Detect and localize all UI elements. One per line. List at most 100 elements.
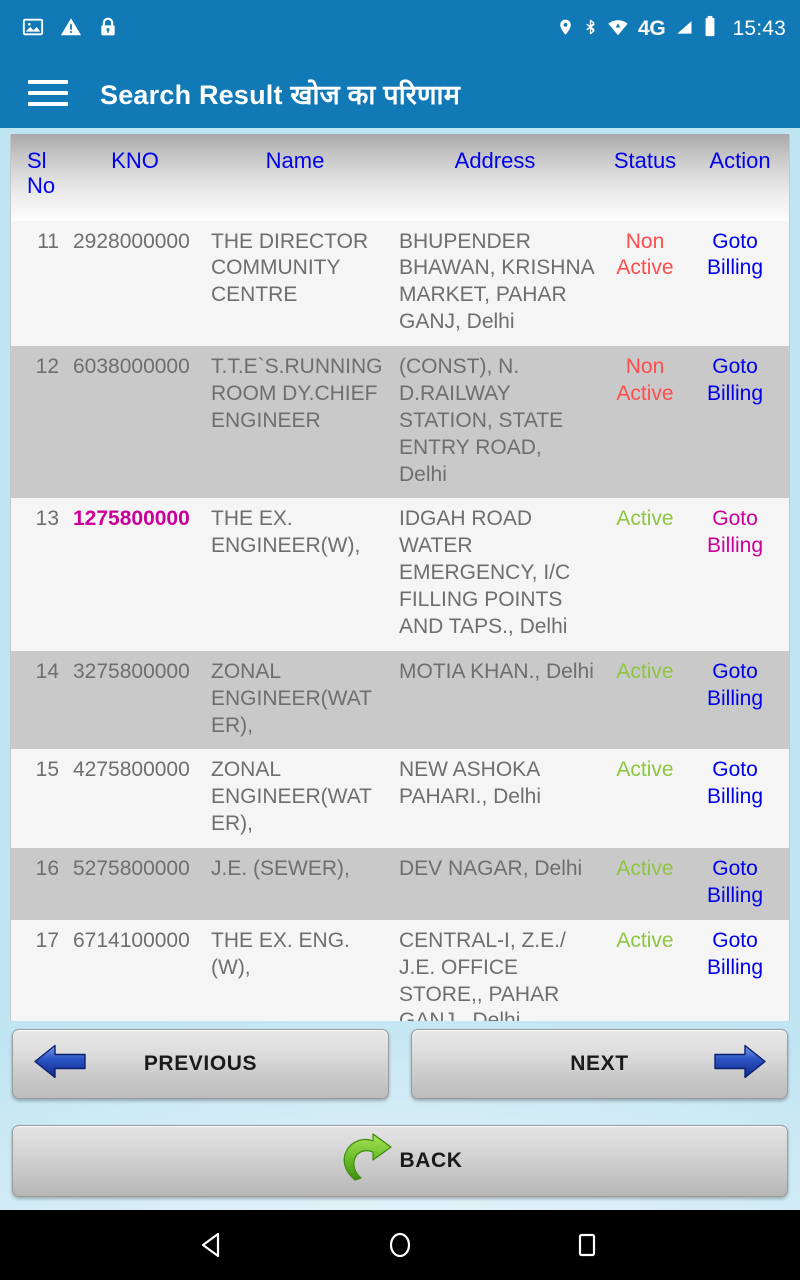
- cell-status: Active: [601, 848, 689, 920]
- status-bar-clock: 15:43: [732, 17, 786, 40]
- column-header-action: Action: [689, 134, 789, 221]
- back-button-row: BACK: [10, 1125, 790, 1197]
- back-button[interactable]: BACK: [12, 1125, 788, 1197]
- hamburger-line: [28, 80, 68, 84]
- cell-status-text: Active: [616, 857, 674, 881]
- cell-address-text: (CONST), N. D.RAILWAY STATION, STATE ENT…: [399, 355, 564, 486]
- cell-address-text: DEV NAGAR, Delhi: [399, 857, 583, 881]
- cell-name-text: THE EX. ENG.(W),: [211, 928, 350, 979]
- cell-address-text: IDGAH ROAD WATER EMERGENCY, I/C FILLING …: [399, 507, 571, 638]
- location-icon: [557, 16, 574, 43]
- table-row: 13 1275800000 THE EX. ENGINEER(W), IDGAH RO…: [11, 498, 789, 651]
- back-button-label: BACK: [399, 1149, 463, 1172]
- goto-billing-link[interactable]: Goto Billing: [689, 848, 789, 920]
- cell-address: BHUPENDER BHAWAN, KRISHNA MARKET, PAHAR …: [389, 220, 601, 347]
- cell-name: T.T.E`S.RUNNING ROOM DY.CHIEF ENGINEER: [201, 346, 389, 499]
- cell-status: Active: [601, 498, 689, 651]
- goto-billing-link[interactable]: Goto Billing: [689, 346, 789, 499]
- nav-home-circle-icon[interactable]: [385, 1230, 415, 1260]
- cell-address: MOTIA KHAN., Delhi: [389, 650, 601, 750]
- cell-sl-no-text: 13: [35, 507, 59, 531]
- cell-address-text: MOTIA KHAN., Delhi: [399, 659, 594, 683]
- goto-billing-link[interactable]: Goto Billing: [689, 749, 789, 849]
- cell-kno: 3275800000: [69, 650, 201, 750]
- goto-billing-link-text: Goto Billing: [706, 857, 764, 907]
- cell-sl-no-text: 14: [35, 659, 59, 683]
- image-icon: [22, 16, 44, 43]
- table-row: 14 3275800000 ZONAL ENGINEER(WATER), MOTIA …: [11, 650, 789, 750]
- cell-name-text: ZONAL ENGINEER(WATER),: [211, 659, 372, 737]
- wifi-icon: [607, 16, 629, 43]
- cell-kno: 5275800000: [69, 848, 201, 920]
- cell-kno-text: 5275800000: [73, 857, 190, 881]
- hamburger-line: [28, 91, 68, 95]
- cell-name: ZONAL ENGINEER(WATER),: [201, 749, 389, 849]
- cell-address-text: CENTRAL-I, Z.E./ J.E. OFFICE STORE,, PAH…: [399, 928, 566, 1021]
- cell-name-text: THE EX. ENGINEER(W),: [211, 507, 361, 558]
- page-body: Sl No KNO Name Address Status Action 11 2…: [0, 128, 800, 1280]
- table-row: 12 6038000000 T.T.E`S.RUNNING ROOM DY.CHIE…: [11, 346, 789, 499]
- cell-kno-text: 1275800000: [73, 507, 190, 531]
- goto-billing-link-text: Goto Billing: [706, 659, 764, 710]
- cell-kno-text: 6038000000: [73, 355, 190, 379]
- status-bar-left-icons: [22, 16, 118, 43]
- next-button[interactable]: NEXT: [411, 1029, 788, 1099]
- cell-status-text: Non Active: [616, 355, 674, 405]
- cell-address: IDGAH ROAD WATER EMERGENCY, I/C FILLING …: [389, 498, 601, 651]
- cell-kno: 1275800000: [69, 498, 201, 651]
- cell-status-text: Active: [616, 507, 674, 531]
- cell-name-text: ZONAL ENGINEER(WATER),: [211, 758, 372, 836]
- cell-kno: 4275800000: [69, 749, 201, 849]
- nav-recents-square-icon[interactable]: [572, 1230, 602, 1260]
- app-bar: Search Result खोज का परिणाम: [0, 58, 800, 128]
- network-type-label: 4G: [638, 17, 666, 40]
- column-header-address: Address: [389, 134, 601, 221]
- cell-name: THE EX. ENG.(W),: [201, 919, 389, 1021]
- results-scroll-area[interactable]: Sl No KNO Name Address Status Action 11 2…: [10, 134, 790, 1021]
- table-row: 16 5275800000 J.E. (SEWER), DEV NAGAR, Delh…: [11, 848, 789, 920]
- cell-name-text: THE DIRECTOR COMMUNITY CENTRE: [211, 229, 369, 307]
- bluetooth-icon: [583, 16, 598, 43]
- cell-sl-no-text: 12: [35, 355, 59, 379]
- column-header-sl-no: Sl No: [11, 134, 69, 221]
- arrow-left-icon: [31, 1042, 89, 1087]
- table-row: 17 6714100000 THE EX. ENG.(W), CENTRAL-I, Z…: [11, 919, 789, 1021]
- next-button-label: NEXT: [570, 1052, 629, 1075]
- cell-sl-no: 12: [11, 346, 69, 499]
- cell-sl-no: 15: [11, 749, 69, 849]
- cell-kno-text: 3275800000: [73, 659, 190, 683]
- cell-name: THE DIRECTOR COMMUNITY CENTRE: [201, 220, 389, 347]
- cell-sl-no: 11: [11, 220, 69, 347]
- goto-billing-link[interactable]: Goto Billing: [689, 919, 789, 1021]
- cell-status: Active: [601, 650, 689, 750]
- table-header: Sl No KNO Name Address Status Action: [11, 134, 789, 221]
- previous-button[interactable]: PREVIOUS: [12, 1029, 389, 1099]
- cell-address: (CONST), N. D.RAILWAY STATION, STATE ENT…: [389, 346, 601, 499]
- nav-back-triangle-icon[interactable]: [198, 1230, 228, 1260]
- lock-icon: [98, 16, 118, 43]
- column-header-status: Status: [601, 134, 689, 221]
- goto-billing-link[interactable]: Goto Billing: [689, 498, 789, 651]
- previous-button-label: PREVIOUS: [143, 1052, 258, 1075]
- cell-sl-no-text: 17: [35, 928, 59, 952]
- android-navigation-bar: [0, 1210, 800, 1280]
- goto-billing-link-text: Goto Billing: [706, 928, 764, 979]
- android-status-bar: 4G 15:43: [0, 0, 800, 58]
- pagination-button-row: PREVIOUS NEXT: [10, 1029, 790, 1099]
- table-body: 11 2928000000 THE DIRECTOR COMMUNITY CENTR…: [11, 220, 789, 1021]
- cell-status: Active: [601, 919, 689, 1021]
- cell-address: NEW ASHOKA PAHARI., Delhi: [389, 749, 601, 849]
- cell-status-text: Active: [616, 928, 674, 952]
- cell-name: THE EX. ENGINEER(W),: [201, 498, 389, 651]
- cell-kno: 2928000000: [69, 220, 201, 347]
- cell-status-text: Active: [616, 758, 674, 782]
- hamburger-menu-icon[interactable]: [28, 76, 72, 110]
- goto-billing-link-text: Goto Billing: [706, 758, 764, 809]
- cell-status: Non Active: [601, 220, 689, 347]
- cell-sl-no-text: 15: [35, 758, 59, 782]
- goto-billing-link-text: Goto Billing: [706, 229, 764, 280]
- goto-billing-link[interactable]: Goto Billing: [689, 220, 789, 347]
- goto-billing-link[interactable]: Goto Billing: [689, 650, 789, 750]
- cell-address-text: NEW ASHOKA PAHARI., Delhi: [399, 758, 541, 809]
- hamburger-line: [28, 102, 68, 106]
